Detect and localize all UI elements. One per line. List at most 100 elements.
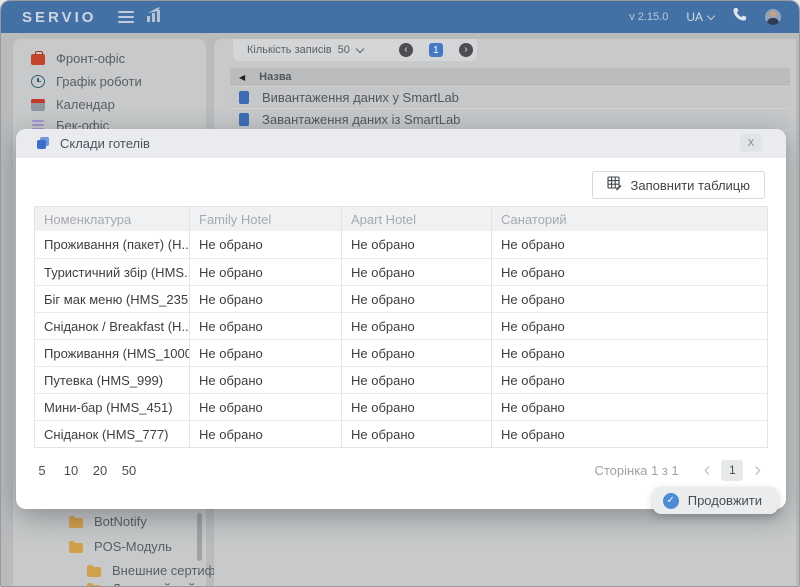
sidebar-item-child-site[interactable]: Дочерний сайт bbox=[87, 577, 201, 587]
current-page-box[interactable]: 1 bbox=[721, 460, 743, 481]
page-size-20[interactable]: 20 bbox=[92, 463, 108, 478]
fill-table-button[interactable]: Заповнити таблицю bbox=[592, 171, 765, 199]
clock-icon bbox=[31, 75, 45, 88]
top-header: SERVIO v 2.15.0 UA bbox=[1, 1, 799, 33]
collapse-triangle-icon[interactable]: ◀ bbox=[239, 73, 245, 82]
chevron-down-icon[interactable] bbox=[356, 44, 364, 52]
calendar-icon bbox=[31, 99, 45, 111]
column-header-name: Назва bbox=[259, 71, 291, 83]
sidebar-item-pos-module[interactable]: POS-Модуль bbox=[69, 535, 172, 557]
continue-button[interactable]: ✓ Продовжити bbox=[653, 487, 778, 514]
column-header: Номенклатура bbox=[35, 207, 190, 231]
table-row[interactable]: Путевка (HMS_999) Не обрано Не обрано Не… bbox=[35, 366, 767, 393]
copy-icon bbox=[37, 137, 50, 150]
cell-nomenclature: Путевка (HMS_999) bbox=[35, 367, 190, 393]
page-size-5[interactable]: 5 bbox=[34, 463, 50, 478]
sidebar-item-label: Дочерний сайт bbox=[112, 581, 201, 587]
header-actions: v 2.15.0 UA bbox=[629, 7, 781, 27]
cell-sanatorium[interactable]: Не обрано bbox=[492, 394, 767, 420]
row-label: Вивантаження даних у SmartLab bbox=[262, 90, 459, 105]
table-row[interactable]: Вивантаження даних у SmartLab bbox=[230, 86, 790, 108]
sidebar-item-work-schedule[interactable]: Графік роботи bbox=[31, 70, 142, 92]
next-page-button[interactable]: › bbox=[459, 43, 473, 57]
app-window: ♡✈☂✉♪⌂♡☂✈✉♪⌂♡♪ SERVIO v 2.15.0 UA bbox=[0, 0, 800, 587]
cell-sanatorium[interactable]: Не обрано bbox=[492, 421, 767, 447]
cell-sanatorium[interactable]: Не обрано bbox=[492, 313, 767, 339]
table-header-row: Номенклатура Family Hotel Apart Hotel Са… bbox=[35, 207, 767, 231]
cell-apart-hotel[interactable]: Не обрано bbox=[342, 367, 492, 393]
background-table-header: ◀ Назва bbox=[230, 68, 790, 86]
sidebar-item-botnotify[interactable]: BotNotify bbox=[69, 510, 147, 532]
records-count-value: 50 bbox=[338, 44, 350, 56]
column-header: Санаторий bbox=[492, 207, 767, 231]
cell-family-hotel[interactable]: Не обрано bbox=[190, 259, 342, 285]
language-label: UA bbox=[686, 10, 703, 24]
grid-pencil-icon bbox=[607, 176, 622, 194]
column-header: Apart Hotel bbox=[342, 207, 492, 231]
cell-family-hotel[interactable]: Не обрано bbox=[190, 421, 342, 447]
chevron-down-icon bbox=[707, 11, 715, 19]
briefcase-icon bbox=[31, 54, 45, 65]
folder-icon bbox=[69, 518, 83, 528]
cell-nomenclature: Мини-бар (HMS_451) bbox=[35, 394, 190, 420]
phone-icon[interactable] bbox=[732, 7, 747, 27]
table-row[interactable]: Проживання (пакет) (Н... Не обрано Не об… bbox=[35, 231, 767, 258]
hotel-warehouses-modal: Склади готелів X Заповнити таблицю Номен… bbox=[16, 129, 786, 509]
row-label: Завантаження даних із SmartLab bbox=[262, 112, 460, 127]
close-button[interactable]: X bbox=[740, 134, 762, 152]
prev-page-chevron[interactable]: ‹ bbox=[697, 460, 718, 480]
modal-title: Склади готелів bbox=[60, 136, 150, 151]
table-row[interactable]: Туристичний збір (HMS... Не обрано Не об… bbox=[35, 258, 767, 285]
page-size-50[interactable]: 50 bbox=[121, 463, 137, 478]
cell-family-hotel[interactable]: Не обрано bbox=[190, 340, 342, 366]
table-row[interactable]: Сніданок (HMS_777) Не обрано Не обрано Н… bbox=[35, 420, 767, 447]
hamburger-menu-icon[interactable] bbox=[118, 8, 134, 26]
cell-nomenclature: Проживання (HMS_1000) bbox=[35, 340, 190, 366]
current-page-button[interactable]: 1 bbox=[429, 43, 443, 57]
cell-nomenclature: Біг мак меню (HMS_23511) bbox=[35, 286, 190, 312]
sidebar-item-label: Графік роботи bbox=[56, 74, 142, 89]
document-icon bbox=[239, 91, 249, 104]
language-selector[interactable]: UA bbox=[686, 10, 714, 24]
sidebar-item-calendar[interactable]: Календар bbox=[31, 93, 115, 115]
cell-apart-hotel[interactable]: Не обрано bbox=[342, 231, 492, 258]
prev-page-button[interactable]: ‹ bbox=[399, 43, 413, 57]
cell-apart-hotel[interactable]: Не обрано bbox=[342, 340, 492, 366]
cell-family-hotel[interactable]: Не обрано bbox=[190, 286, 342, 312]
cell-apart-hotel[interactable]: Не обрано bbox=[342, 313, 492, 339]
cell-family-hotel[interactable]: Не обрано bbox=[190, 231, 342, 258]
cell-nomenclature: Сніданок (HMS_777) bbox=[35, 421, 190, 447]
chart-icon[interactable] bbox=[146, 7, 164, 28]
cell-family-hotel[interactable]: Не обрано bbox=[190, 367, 342, 393]
cell-sanatorium[interactable]: Не обрано bbox=[492, 259, 767, 285]
table-row[interactable]: Проживання (HMS_1000) Не обрано Не обран… bbox=[35, 339, 767, 366]
cell-sanatorium[interactable]: Не обрано bbox=[492, 340, 767, 366]
next-page-chevron[interactable]: › bbox=[747, 460, 768, 480]
cell-family-hotel[interactable]: Не обрано bbox=[190, 394, 342, 420]
modal-header: Склади готелів X bbox=[16, 129, 786, 158]
table-row[interactable]: Сніданок / Breakfast (Н... Не обрано Не … bbox=[35, 312, 767, 339]
cell-nomenclature: Туристичний збір (HMS... bbox=[35, 259, 190, 285]
continue-label: Продовжити bbox=[688, 493, 762, 508]
user-avatar[interactable] bbox=[765, 9, 781, 25]
cell-apart-hotel[interactable]: Не обрано bbox=[342, 421, 492, 447]
table-row[interactable]: Мини-бар (HMS_451) Не обрано Не обрано Н… bbox=[35, 393, 767, 420]
sidebar-item-front-office[interactable]: Фронт-офіс bbox=[31, 47, 125, 69]
page-size-10[interactable]: 10 bbox=[63, 463, 79, 478]
cell-apart-hotel[interactable]: Не обрано bbox=[342, 286, 492, 312]
modal-footer: 5 10 20 50 Сторінка 1 з 1 ‹ 1 › bbox=[34, 458, 768, 482]
cell-apart-hotel[interactable]: Не обрано bbox=[342, 394, 492, 420]
cell-sanatorium[interactable]: Не обрано bbox=[492, 367, 767, 393]
document-icon bbox=[239, 113, 249, 126]
cell-apart-hotel[interactable]: Не обрано bbox=[342, 259, 492, 285]
nomenclature-table: Номенклатура Family Hotel Apart Hotel Са… bbox=[34, 206, 768, 448]
table-row[interactable]: Завантаження даних із SmartLab bbox=[230, 108, 790, 130]
records-toolbar: Кількість записів 50 ‹ 1 › bbox=[233, 39, 477, 61]
cell-nomenclature: Проживання (пакет) (Н... bbox=[35, 231, 190, 258]
cell-sanatorium[interactable]: Не обрано bbox=[492, 231, 767, 258]
table-row[interactable]: Біг мак меню (HMS_23511) Не обрано Не об… bbox=[35, 285, 767, 312]
sidebar-scrollbar[interactable] bbox=[197, 513, 202, 561]
cell-sanatorium[interactable]: Не обрано bbox=[492, 286, 767, 312]
records-count-label: Кількість записів bbox=[247, 44, 332, 56]
cell-family-hotel[interactable]: Не обрано bbox=[190, 313, 342, 339]
